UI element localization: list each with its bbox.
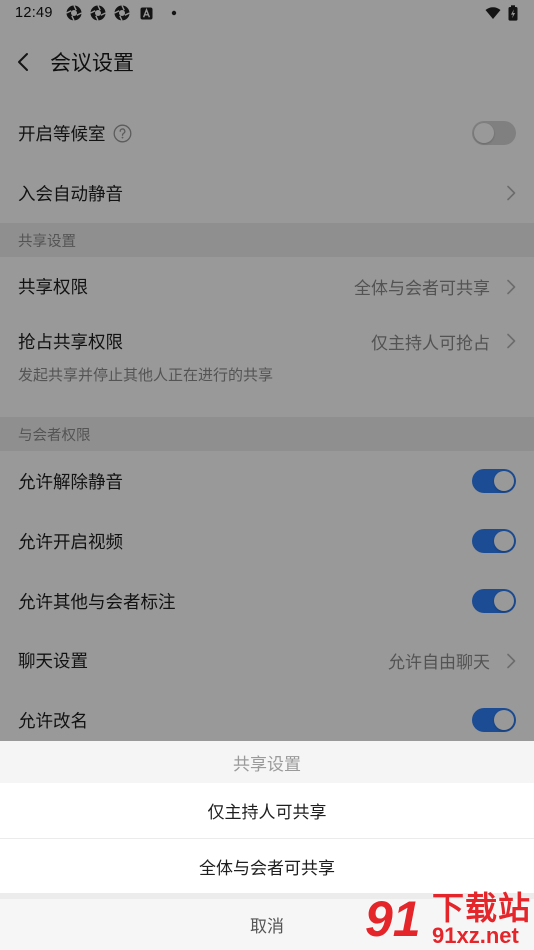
action-sheet: 共享设置 仅主持人可共享 全体与会者可共享 取消	[0, 741, 534, 950]
screen: 12:49 会议设置 开启等候室 入会自动静音 共享设置 共享权限 全体与会者可…	[0, 0, 534, 950]
action-sheet-title: 共享设置	[0, 741, 534, 783]
cancel-button[interactable]: 取消	[0, 899, 534, 950]
option-all-participants[interactable]: 全体与会者可共享	[0, 839, 534, 893]
option-host-only[interactable]: 仅主持人可共享	[0, 783, 534, 838]
